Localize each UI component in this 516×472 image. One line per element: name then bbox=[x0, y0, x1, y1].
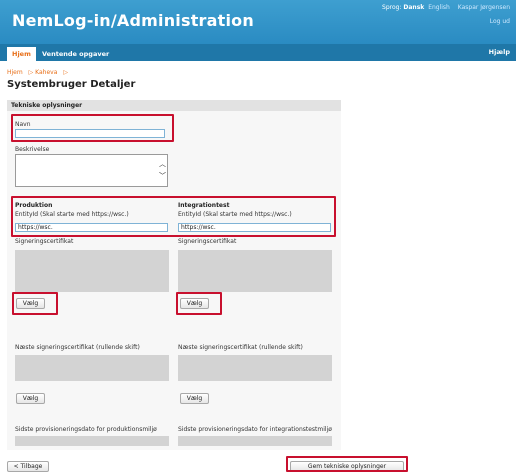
production-entity-label: EntityId (Skal starte med https://wsc.) bbox=[15, 211, 129, 218]
breadcrumb-home[interactable]: Hjem bbox=[7, 69, 23, 76]
integration-provision-bar bbox=[178, 436, 332, 446]
language-danish-link[interactable]: Dansk bbox=[403, 4, 424, 11]
app-header: NemLog-in/Administration Sprog: Dansk En… bbox=[0, 0, 516, 44]
help-link[interactable]: Hjælp bbox=[489, 48, 510, 56]
save-technical-info-button[interactable]: Gem tekniske oplysninger bbox=[290, 461, 404, 472]
production-choose-button[interactable]: Vælg bbox=[16, 298, 45, 309]
integration-choose-button[interactable]: Vælg bbox=[180, 298, 209, 309]
description-textarea[interactable]: ︿ ﹀ bbox=[15, 154, 168, 187]
description-scrollbar[interactable]: ︿ ﹀ bbox=[158, 156, 166, 185]
page-title: Systembruger Detaljer bbox=[7, 79, 136, 90]
production-cert-box bbox=[15, 250, 169, 292]
integration-heading: Integrationtest bbox=[178, 202, 230, 209]
description-label: Beskrivelse bbox=[15, 146, 50, 153]
language-label: Sprog: bbox=[382, 4, 402, 11]
production-choose-next-button[interactable]: Vælg bbox=[16, 393, 45, 404]
integration-provision-label: Sidste provisioneringsdato for integrati… bbox=[178, 426, 332, 433]
integration-next-cert-label: Næste signeringscertifikat (rullende ski… bbox=[178, 344, 303, 351]
integration-next-cert-box bbox=[178, 355, 332, 381]
production-heading: Produktion bbox=[15, 202, 53, 209]
app-title: NemLog-in/Administration bbox=[12, 11, 254, 30]
name-label: Navn bbox=[15, 121, 31, 128]
tab-home[interactable]: Hjem bbox=[7, 47, 36, 61]
tab-pending-tasks[interactable]: Ventende opgaver bbox=[37, 47, 114, 61]
integration-entity-label: EntityId (Skal starte med https://wsc.) bbox=[178, 211, 292, 218]
integration-entity-input[interactable]: https://wsc. bbox=[178, 223, 331, 232]
scroll-down-icon[interactable]: ﹀ bbox=[159, 173, 166, 180]
production-next-cert-label: Næste signeringscertifikat (rullende ski… bbox=[15, 344, 140, 351]
scroll-up-icon[interactable]: ︿ bbox=[159, 161, 166, 168]
main-nav: Hjem Ventende opgaver Hjælp bbox=[0, 44, 516, 61]
breadcrumb-kaheva[interactable]: ▷ Kaheva bbox=[29, 69, 58, 76]
user-name-link[interactable]: Kaspar Jørgensen bbox=[458, 4, 510, 11]
integration-cert-box bbox=[178, 250, 332, 292]
integration-cert-label: Signeringscertifikat bbox=[178, 238, 237, 245]
back-button[interactable]: < Tilbage bbox=[7, 461, 49, 472]
panel-title: Tekniske oplysninger bbox=[7, 100, 341, 111]
production-cert-label: Signeringscertifikat bbox=[15, 238, 74, 245]
integration-choose-next-button[interactable]: Vælg bbox=[180, 393, 209, 404]
logout-link[interactable]: Log ud bbox=[490, 18, 510, 25]
production-provision-bar bbox=[15, 436, 169, 446]
name-input[interactable] bbox=[15, 129, 165, 138]
language-english-link[interactable]: English bbox=[428, 4, 450, 11]
language-switcher: Sprog: Dansk English Kaspar Jørgensen bbox=[382, 4, 510, 11]
production-entity-input[interactable]: https://wsc. bbox=[15, 223, 168, 232]
production-provision-label: Sidste provisioneringsdato for produktio… bbox=[15, 426, 157, 433]
breadcrumb: Hjem ▷ Kaheva ▷ bbox=[7, 69, 72, 76]
production-next-cert-box bbox=[15, 355, 169, 381]
breadcrumb-current: ▷ bbox=[63, 69, 68, 76]
